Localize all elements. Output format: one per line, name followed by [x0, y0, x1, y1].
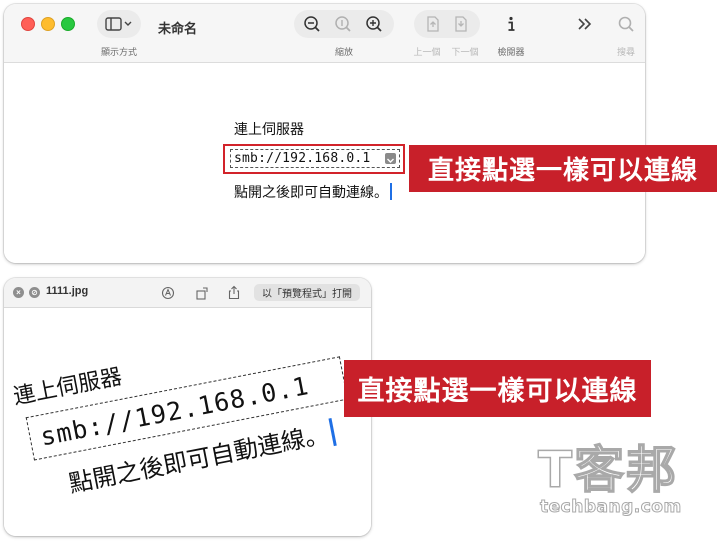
search-label: 搜尋	[616, 47, 635, 57]
info-icon	[508, 16, 515, 31]
rotated-screenshot: 連上伺服器 smb://192.168.0.1 點開之後即可自動連線。	[6, 308, 371, 536]
file-name: 1111.jpg	[46, 285, 89, 297]
annotation-banner-bottom: 直接點選一樣可以連線	[344, 360, 651, 417]
dropdown-icon[interactable]	[385, 153, 396, 164]
quicklook-image: 連上伺服器 smb://192.168.0.1 點開之後即可自動連線。	[4, 308, 371, 536]
sidebar-icon	[105, 17, 132, 31]
preview-window: 顯示方式 未命名 縮放 上一個 下一個 檢閱器 搜尋 連上伺服器 smb://1…	[4, 4, 645, 263]
zoom-out-icon[interactable]	[304, 16, 320, 32]
zoom-controls	[294, 10, 394, 38]
previous-label: 上一個	[413, 47, 441, 57]
window-title: 未命名	[158, 21, 198, 36]
actual-size-icon[interactable]	[335, 16, 351, 32]
document-body-text: 點開之後即可自動連線。	[234, 184, 388, 200]
watermark-url: techbang.com	[540, 497, 682, 518]
markup-icon[interactable]	[161, 286, 175, 300]
zoom-in-icon[interactable]	[366, 16, 382, 32]
share-icon[interactable]	[227, 285, 241, 300]
inspector-button[interactable]	[497, 10, 525, 38]
close-window-button[interactable]	[21, 17, 35, 31]
inspector-label: 檢閱器	[497, 47, 525, 57]
open-with-preview-button[interactable]: 以「預覽程式」打開	[254, 284, 360, 301]
document-body: 點開之後即可自動連線。	[234, 182, 392, 202]
quicklook-window: × ⊘ 1111.jpg 以「預覽程式」打開 連上伺服器 smb://192.1…	[4, 278, 371, 536]
server-address-text: smb://192.168.0.1	[234, 151, 371, 166]
watermark-brand: T客邦	[537, 440, 679, 500]
preview-toolbar: 顯示方式 未命名 縮放 上一個 下一個 檢閱器 搜尋	[4, 4, 645, 63]
page-nav-controls	[414, 10, 480, 38]
document-title: 連上伺服器	[234, 121, 304, 137]
text-caret	[390, 183, 392, 200]
sidebar-view-button[interactable]	[97, 10, 141, 38]
techbang-watermark: T客邦 techbang.com	[537, 430, 710, 525]
fullscreen-toggle-icon[interactable]: ⊘	[29, 287, 40, 298]
next-label: 下一個	[451, 47, 479, 57]
previous-page-icon[interactable]	[427, 16, 439, 32]
sidebar-view-label: 顯示方式	[100, 47, 137, 57]
zoom-window-button[interactable]	[61, 17, 75, 31]
more-tools-button[interactable]	[570, 10, 600, 38]
server-address-field[interactable]: smb://192.168.0.1	[230, 149, 400, 168]
quicklook-toolbar: × ⊘ 1111.jpg 以「預覽程式」打開	[4, 278, 371, 308]
chevron-double-right-icon	[578, 18, 592, 30]
rotate-icon[interactable]	[195, 286, 209, 300]
close-icon[interactable]: ×	[13, 287, 24, 298]
zoom-label: 縮放	[334, 47, 353, 57]
next-page-icon[interactable]	[455, 16, 467, 32]
search-icon	[618, 16, 634, 32]
search-button[interactable]	[611, 10, 641, 38]
annotation-banner-top: 直接點選一樣可以連線	[409, 145, 717, 192]
minimize-window-button[interactable]	[41, 17, 55, 31]
